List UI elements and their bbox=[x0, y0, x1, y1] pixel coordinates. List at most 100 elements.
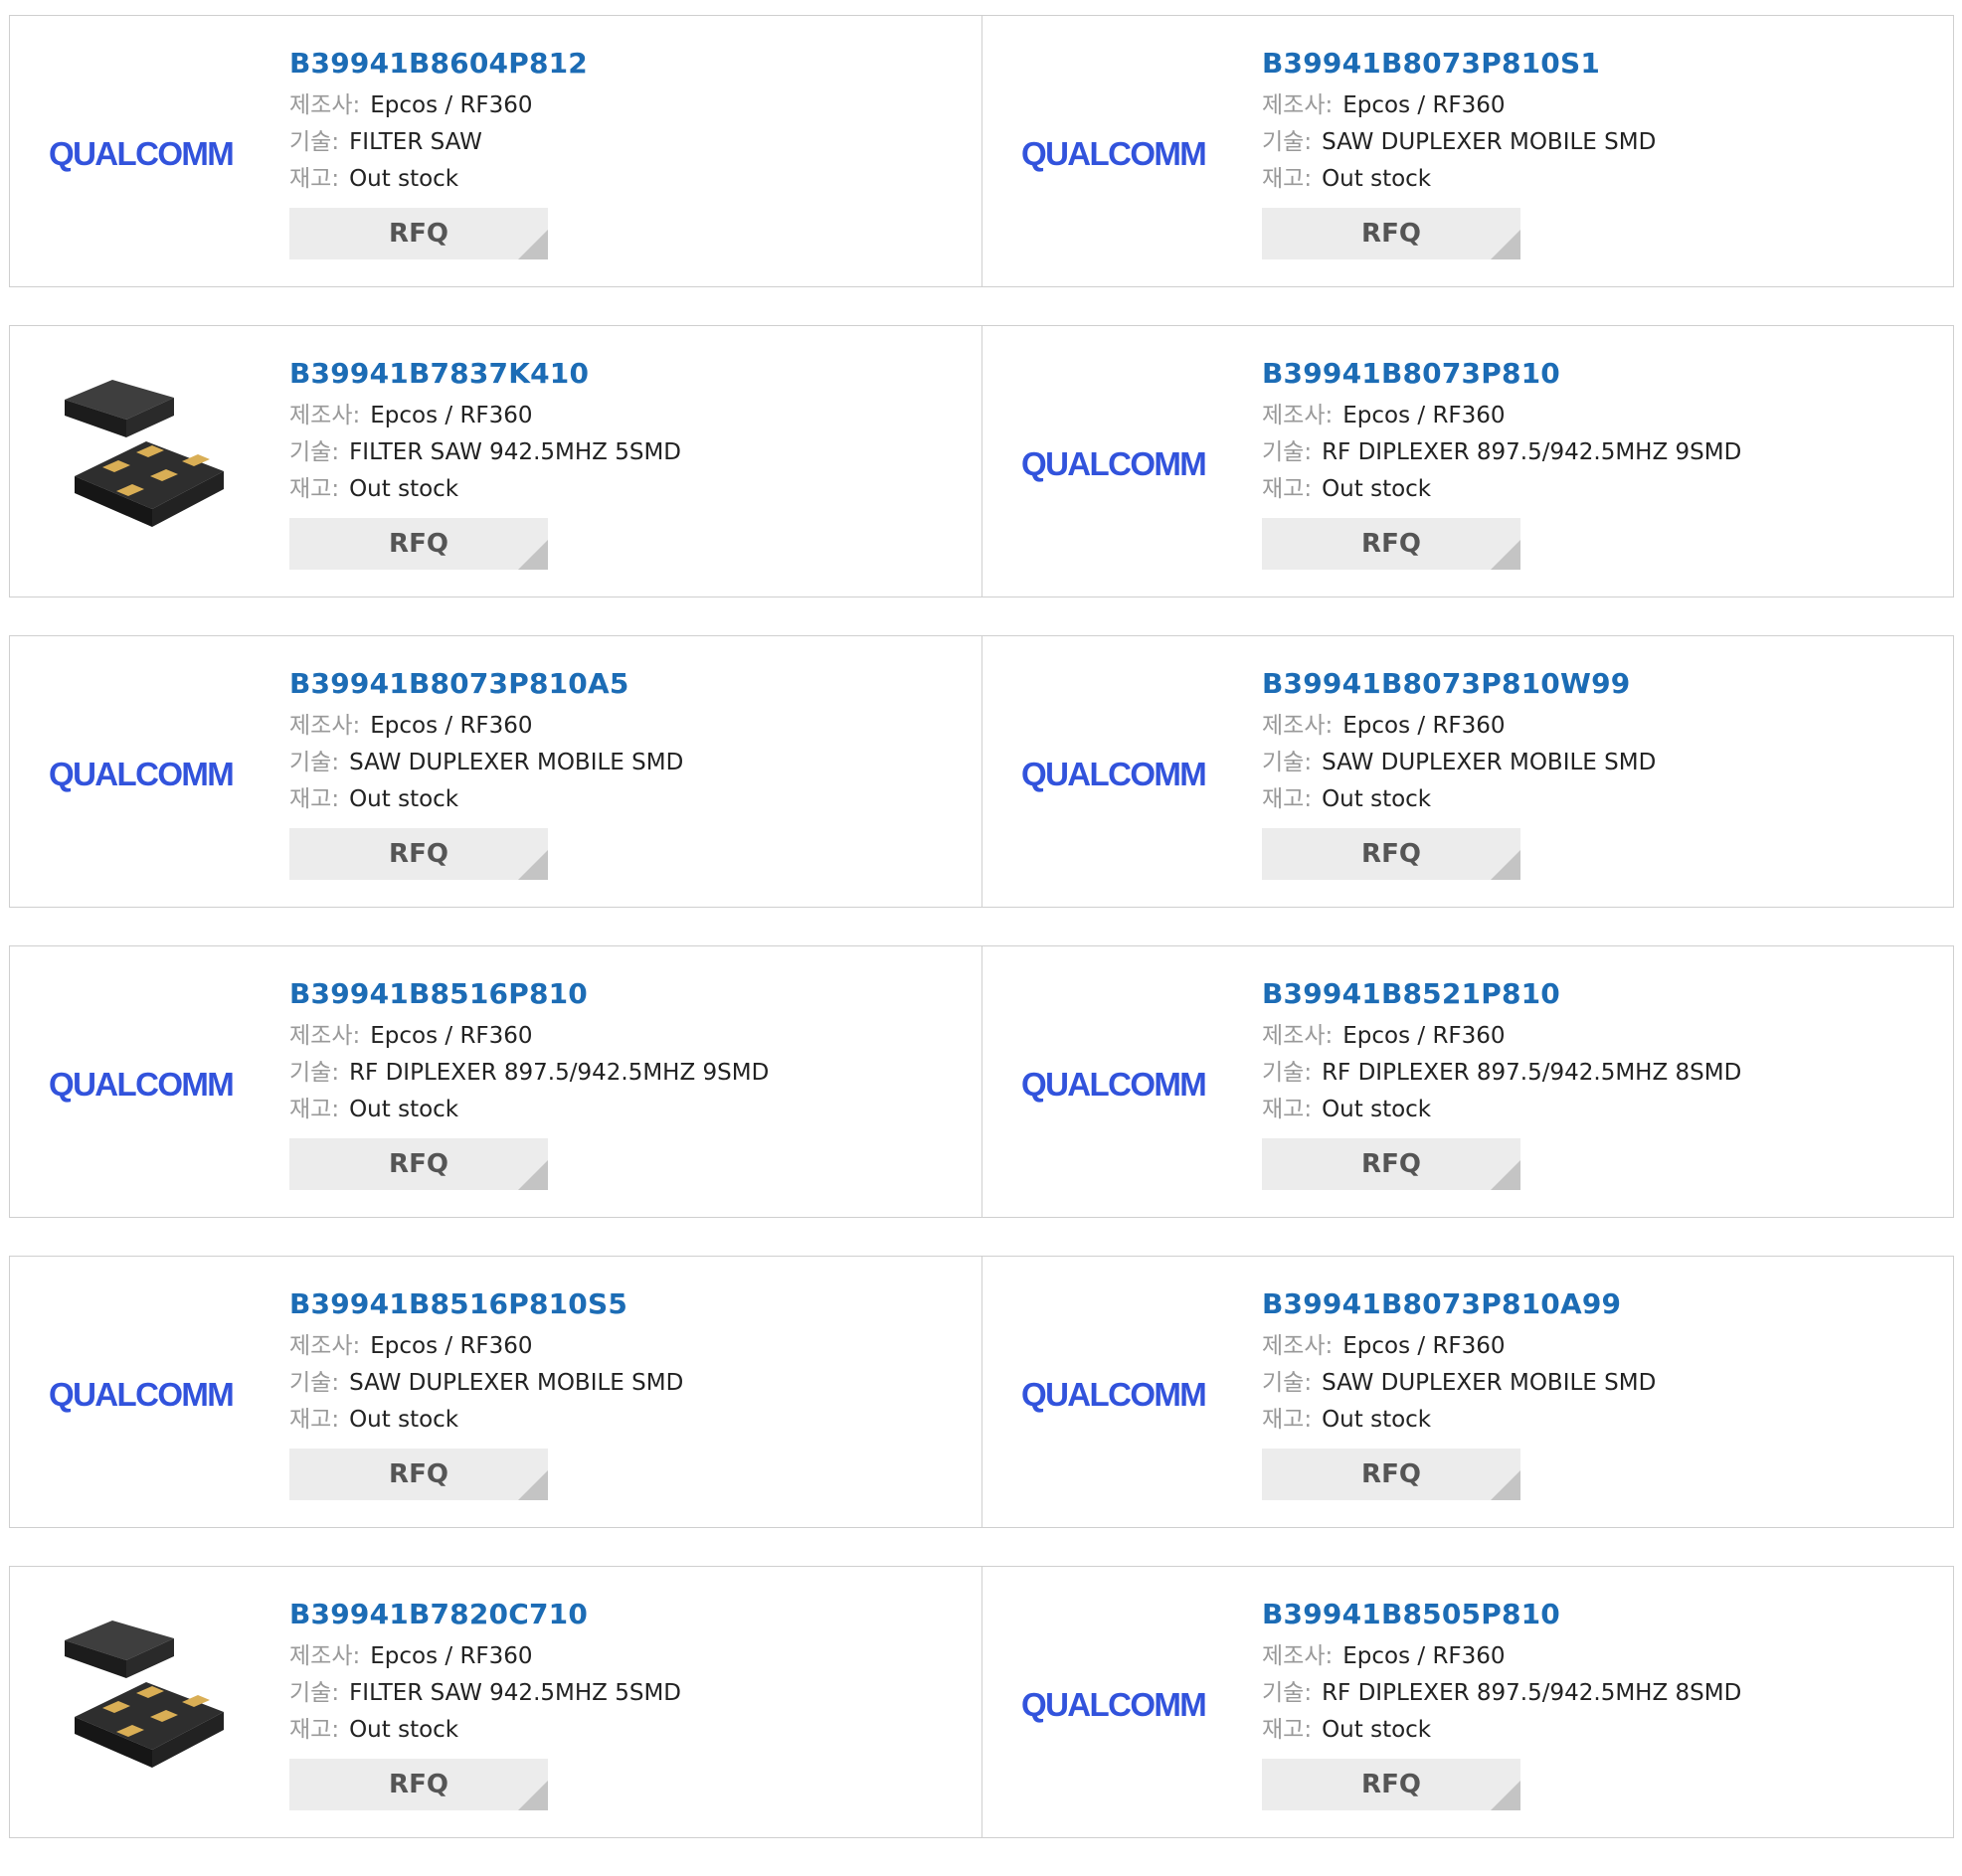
brand-logo-text: QUALCOMM bbox=[1021, 756, 1205, 792]
qualcomm-logo: QUALCOMM bbox=[47, 1302, 246, 1481]
stock-row: 재고: Out stock bbox=[289, 471, 681, 508]
manufacturer-row: 제조사: Epcos / RF360 bbox=[289, 1018, 769, 1055]
product-info: B39941B8505P810 제조사: Epcos / RF360 기술: RF DI… bbox=[1262, 1597, 1741, 1810]
product-row: B39941B7820C710 제조사: Epcos / RF360 기술: FILTE… bbox=[9, 1566, 1954, 1838]
stock-row: 재고: Out stock bbox=[1262, 161, 1656, 198]
brand-logo-text: QUALCOMM bbox=[49, 135, 233, 172]
technology-row: 기술: FILTER SAW bbox=[289, 124, 588, 161]
stock-row-value: Out stock bbox=[349, 1717, 459, 1743]
manufacturer-row: 제조사: Epcos / RF360 bbox=[1262, 87, 1656, 124]
rfq-button[interactable]: RFQ bbox=[289, 1759, 548, 1810]
qualcomm-logo: QUALCOMM bbox=[1019, 682, 1218, 861]
rfq-button[interactable]: RFQ bbox=[1262, 1759, 1520, 1810]
technology-row-value: SAW DUPLEXER MOBILE SMD bbox=[1322, 129, 1657, 155]
manufacturer-row-value: Epcos / RF360 bbox=[1342, 1023, 1506, 1049]
technology-row: 기술: RF DIPLEXER 897.5/942.5MHZ 9SMD bbox=[289, 1055, 769, 1092]
technology-row-label: 기술: bbox=[1262, 750, 1313, 775]
rfq-button[interactable]: RFQ bbox=[1262, 1138, 1520, 1190]
rfq-button[interactable]: RFQ bbox=[289, 1138, 548, 1190]
stock-row-label: 재고: bbox=[289, 786, 340, 812]
technology-row-label: 기술: bbox=[1262, 1370, 1313, 1396]
technology-row: 기술: RF DIPLEXER 897.5/942.5MHZ 9SMD bbox=[1262, 434, 1741, 471]
product-card: QUALCOMM B39941B8073P810S1 제조사: Epcos / RF3… bbox=[981, 16, 1953, 286]
manufacturer-row-value: Epcos / RF360 bbox=[370, 1643, 533, 1669]
stock-row-value: Out stock bbox=[1322, 786, 1432, 812]
part-number-link[interactable]: B39941B8521P810 bbox=[1262, 976, 1741, 1012]
part-number-link[interactable]: B39941B7837K410 bbox=[289, 356, 681, 392]
brand-logo-text: QUALCOMM bbox=[49, 756, 233, 792]
rfq-button[interactable]: RFQ bbox=[289, 518, 548, 570]
stock-row: 재고: Out stock bbox=[289, 1092, 769, 1128]
manufacturer-row: 제조사: Epcos / RF360 bbox=[289, 708, 683, 745]
rfq-button[interactable]: RFQ bbox=[1262, 518, 1520, 570]
stock-row-value: Out stock bbox=[349, 1407, 459, 1433]
qualcomm-logo: QUALCOMM bbox=[1019, 62, 1218, 241]
part-number-link[interactable]: B39941B8073P810 bbox=[1262, 356, 1741, 392]
manufacturer-row-value: Epcos / RF360 bbox=[370, 713, 533, 739]
rfq-button[interactable]: RFQ bbox=[1262, 1449, 1520, 1500]
technology-row-label: 기술: bbox=[289, 750, 340, 775]
part-number-link[interactable]: B39941B7820C710 bbox=[289, 1597, 681, 1632]
brand-logo-text: QUALCOMM bbox=[49, 1066, 233, 1103]
technology-row-value: RF DIPLEXER 897.5/942.5MHZ 9SMD bbox=[1322, 439, 1742, 465]
rfq-corner-triangle bbox=[1491, 1160, 1520, 1190]
product-info: B39941B8073P810S1 제조사: Epcos / RF360 기술: SAW… bbox=[1262, 46, 1656, 259]
brand-logo-text: QUALCOMM bbox=[49, 1376, 233, 1413]
rfq-button[interactable]: RFQ bbox=[289, 1449, 548, 1500]
qualcomm-logo: QUALCOMM bbox=[1019, 1302, 1218, 1481]
technology-row-value: SAW DUPLEXER MOBILE SMD bbox=[1322, 1370, 1657, 1396]
manufacturer-row-label: 제조사: bbox=[1262, 1333, 1334, 1359]
manufacturer-row: 제조사: Epcos / RF360 bbox=[1262, 1328, 1656, 1365]
part-number-link[interactable]: B39941B8073P810S1 bbox=[1262, 46, 1656, 82]
stock-row-label: 재고: bbox=[1262, 786, 1313, 812]
manufacturer-row: 제조사: Epcos / RF360 bbox=[289, 87, 588, 124]
part-number-link[interactable]: B39941B8516P810 bbox=[289, 976, 769, 1012]
product-row: B39941B7837K410 제조사: Epcos / RF360 기술: FILTE… bbox=[9, 325, 1954, 597]
manufacturer-row-value: Epcos / RF360 bbox=[1342, 403, 1506, 428]
rfq-label: RFQ bbox=[389, 839, 448, 869]
stock-row-label: 재고: bbox=[1262, 1097, 1313, 1122]
part-number-link[interactable]: B39941B8073P810A5 bbox=[289, 666, 683, 702]
brand-logo-text: QUALCOMM bbox=[1021, 135, 1205, 172]
part-number-link[interactable]: B39941B8073P810W99 bbox=[1262, 666, 1656, 702]
rfq-label: RFQ bbox=[1361, 219, 1421, 249]
stock-row-label: 재고: bbox=[289, 1717, 340, 1743]
part-number-link[interactable]: B39941B8604P812 bbox=[289, 46, 588, 82]
rfq-corner-triangle bbox=[518, 230, 548, 259]
stock-row: 재고: Out stock bbox=[1262, 781, 1656, 818]
stock-row: 재고: Out stock bbox=[289, 781, 683, 818]
manufacturer-row-label: 제조사: bbox=[289, 1643, 361, 1669]
manufacturer-row-label: 제조사: bbox=[289, 403, 361, 428]
technology-row-label: 기술: bbox=[289, 1680, 340, 1706]
smd-package-photo bbox=[47, 1613, 246, 1791]
manufacturer-row-label: 제조사: bbox=[1262, 403, 1334, 428]
part-number-link[interactable]: B39941B8516P810S5 bbox=[289, 1286, 683, 1322]
product-info: B39941B8516P810S5 제조사: Epcos / RF360 기술: SAW… bbox=[289, 1286, 683, 1500]
technology-row-value: SAW DUPLEXER MOBILE SMD bbox=[1322, 750, 1657, 775]
qualcomm-logo: QUALCOMM bbox=[47, 682, 246, 861]
rfq-corner-triangle bbox=[1491, 230, 1520, 259]
stock-row-value: Out stock bbox=[1322, 1407, 1432, 1433]
rfq-button[interactable]: RFQ bbox=[289, 208, 548, 259]
product-card: QUALCOMM B39941B8073P810A99 제조사: Epcos / RF… bbox=[981, 1257, 1953, 1527]
stock-row: 재고: Out stock bbox=[289, 1712, 681, 1749]
stock-row-value: Out stock bbox=[1322, 166, 1432, 192]
part-number-link[interactable]: B39941B8073P810A99 bbox=[1262, 1286, 1656, 1322]
manufacturer-row-label: 제조사: bbox=[1262, 1643, 1334, 1669]
product-row: QUALCOMM B39941B8516P810 제조사: Epcos / RF360… bbox=[9, 945, 1954, 1218]
rfq-button[interactable]: RFQ bbox=[1262, 828, 1520, 880]
product-card: QUALCOMM B39941B8073P810W99 제조사: Epcos / RF… bbox=[981, 636, 1953, 907]
technology-row-label: 기술: bbox=[289, 1060, 340, 1086]
product-card: QUALCOMM B39941B8516P810S5 제조사: Epcos / RF3… bbox=[10, 1257, 981, 1527]
part-number-link[interactable]: B39941B8505P810 bbox=[1262, 1597, 1741, 1632]
rfq-label: RFQ bbox=[389, 529, 448, 559]
product-row: QUALCOMM B39941B8516P810S5 제조사: Epcos / RF3… bbox=[9, 1256, 1954, 1528]
rfq-label: RFQ bbox=[389, 1149, 448, 1179]
manufacturer-row: 제조사: Epcos / RF360 bbox=[1262, 1638, 1741, 1675]
product-card: QUALCOMM B39941B8516P810 제조사: Epcos / RF360… bbox=[10, 946, 981, 1217]
rfq-button[interactable]: RFQ bbox=[289, 828, 548, 880]
technology-row: 기술: SAW DUPLEXER MOBILE SMD bbox=[289, 1365, 683, 1402]
manufacturer-row-value: Epcos / RF360 bbox=[1342, 1333, 1506, 1359]
rfq-button[interactable]: RFQ bbox=[1262, 208, 1520, 259]
technology-row-value: RF DIPLEXER 897.5/942.5MHZ 8SMD bbox=[1322, 1680, 1742, 1706]
